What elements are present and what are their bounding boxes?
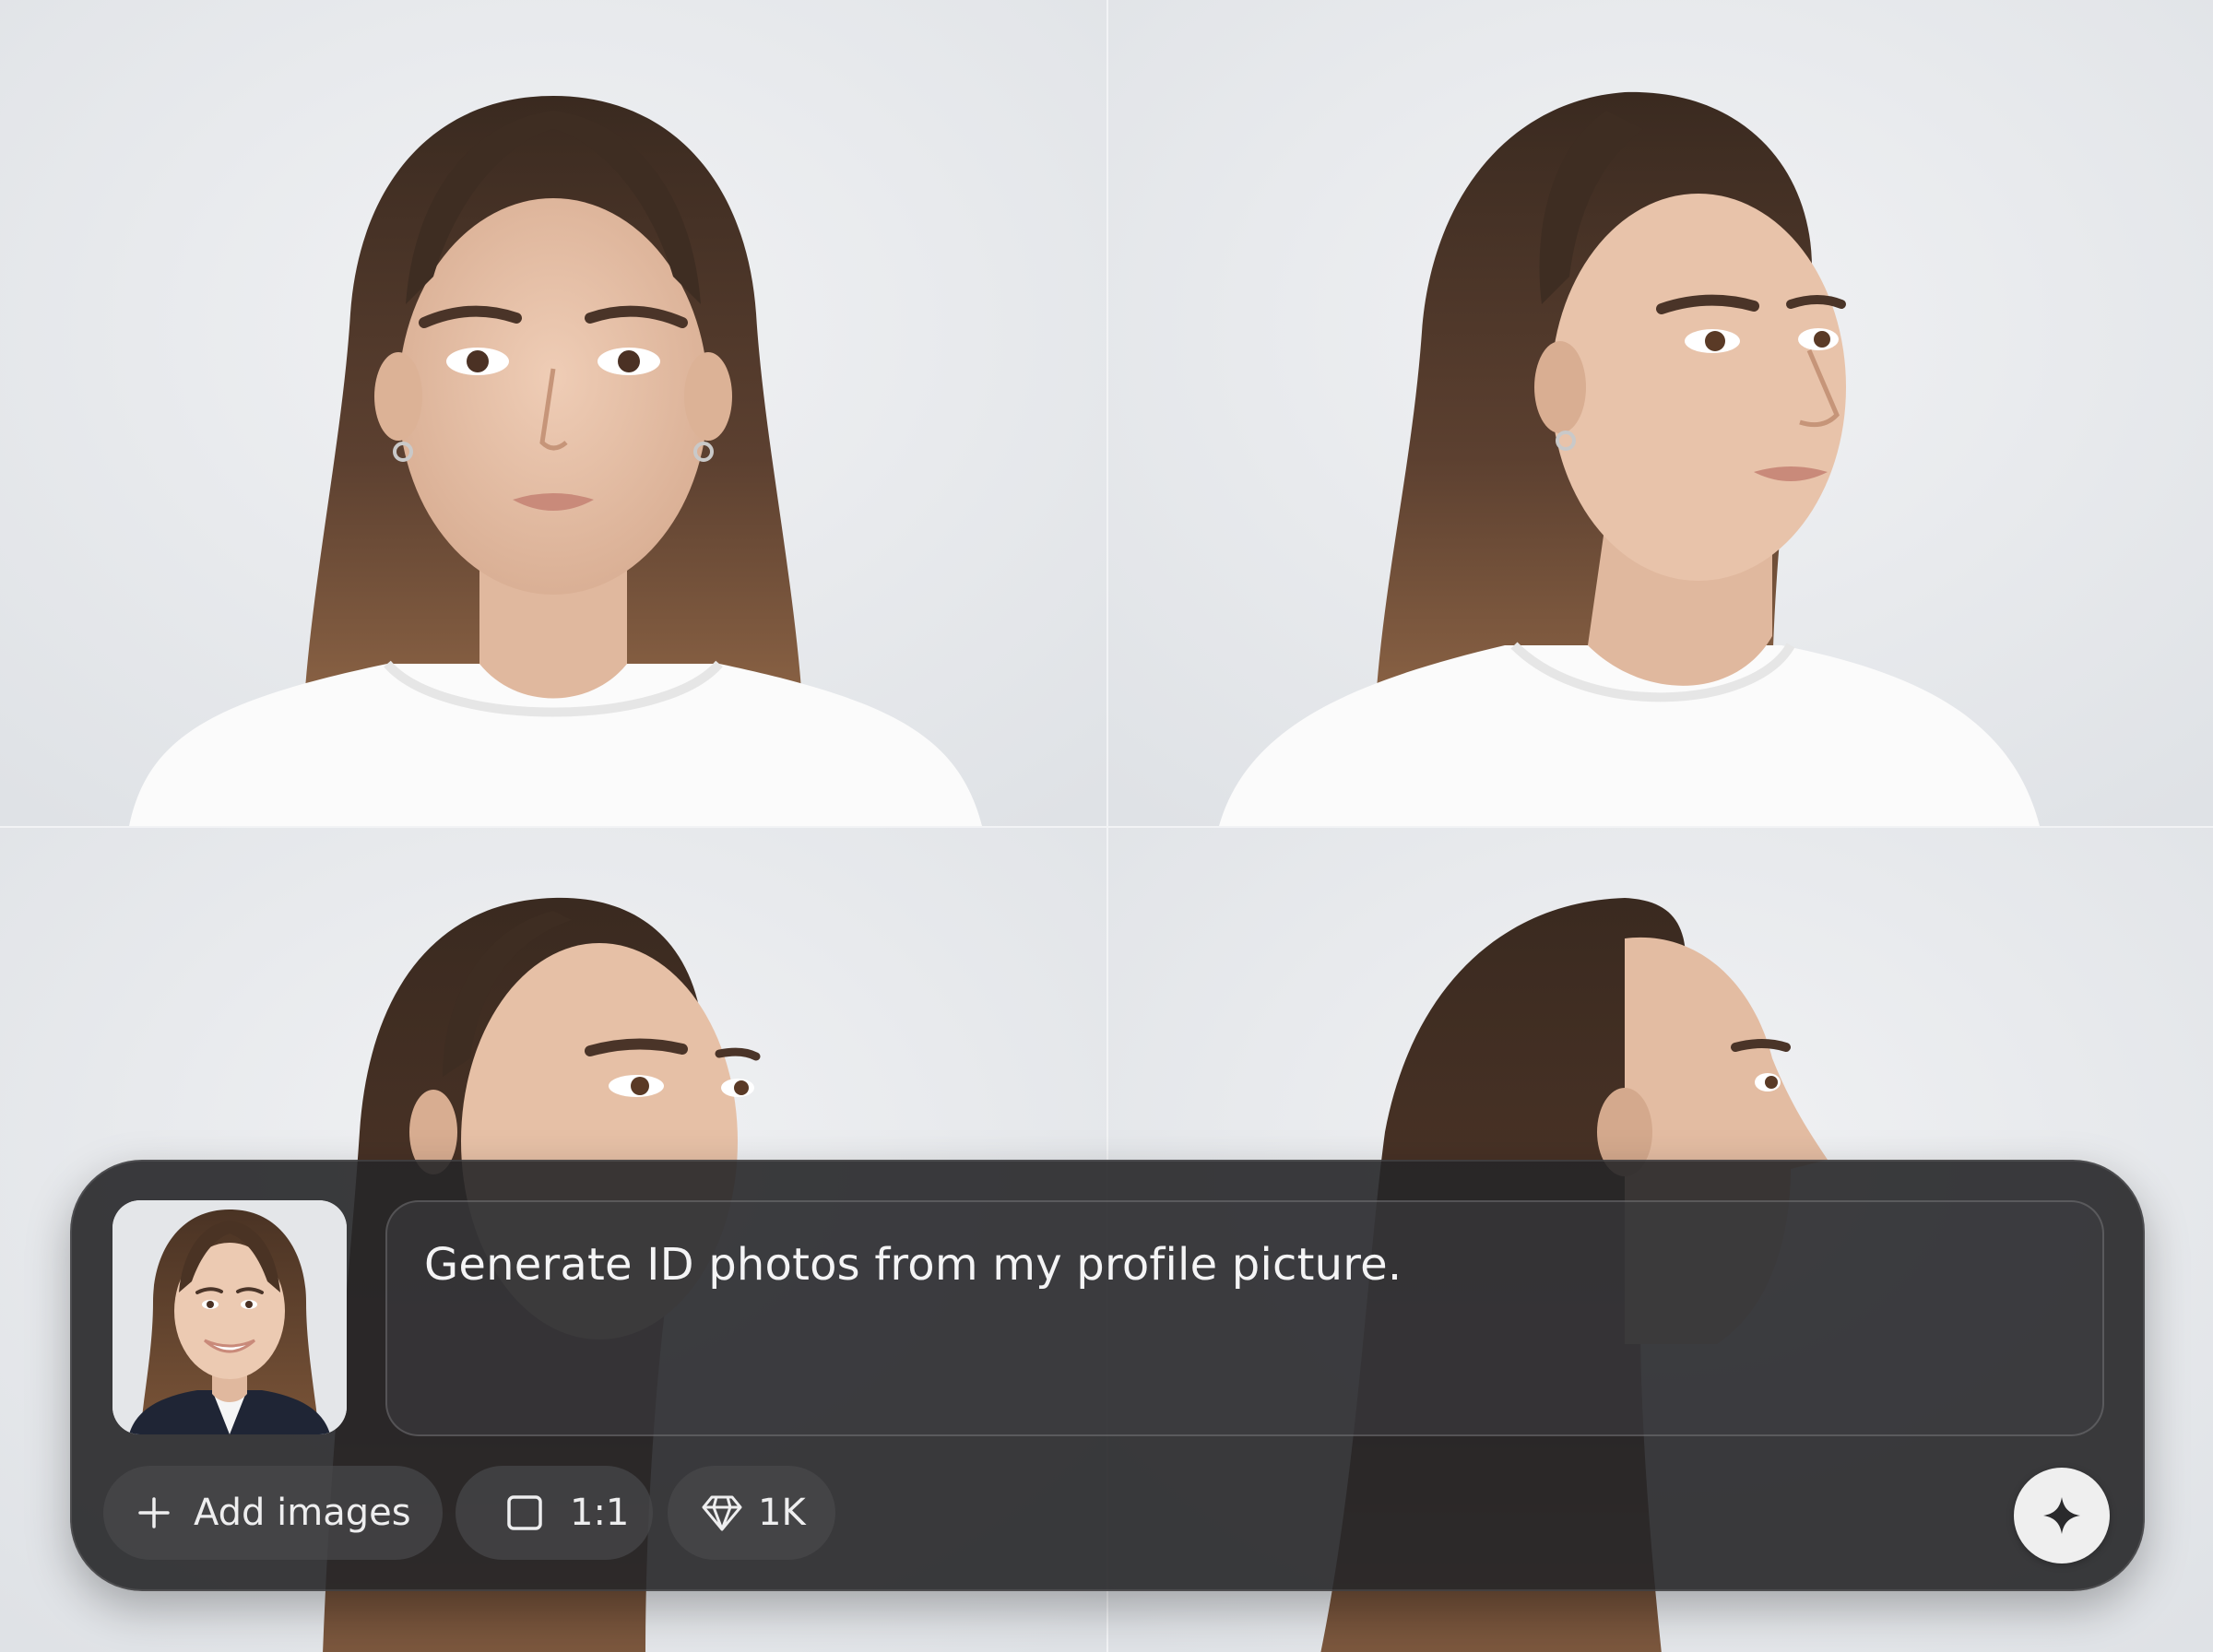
square-icon bbox=[507, 1495, 542, 1530]
add-images-button[interactable]: Add images bbox=[103, 1466, 443, 1560]
diamond-icon bbox=[702, 1495, 742, 1531]
portrait-three-quarter-image bbox=[1108, 0, 2213, 826]
resolution-label: 1K bbox=[758, 1492, 806, 1534]
aspect-ratio-label: 1:1 bbox=[570, 1492, 630, 1534]
generated-photo-three-quarter[interactable] bbox=[1106, 0, 2213, 826]
prompt-input[interactable]: Generate ID photos from my profile pictu… bbox=[385, 1200, 2104, 1436]
sparkle-icon bbox=[2043, 1497, 2080, 1534]
resolution-button[interactable]: 1K bbox=[668, 1466, 835, 1560]
generate-button[interactable] bbox=[2014, 1468, 2110, 1564]
portrait-front-image bbox=[0, 0, 1106, 826]
profile-picture-image bbox=[112, 1200, 347, 1434]
aspect-ratio-button[interactable]: 1:1 bbox=[456, 1466, 653, 1560]
add-images-label: Add images bbox=[194, 1492, 411, 1534]
plus-icon bbox=[138, 1497, 170, 1528]
generated-photo-front[interactable] bbox=[0, 0, 1106, 826]
reference-image-thumbnail[interactable] bbox=[112, 1200, 347, 1434]
prompt-text: Generate ID photos from my profile pictu… bbox=[424, 1239, 1402, 1291]
prompt-composer: Generate ID photos from my profile pictu… bbox=[70, 1160, 2145, 1591]
